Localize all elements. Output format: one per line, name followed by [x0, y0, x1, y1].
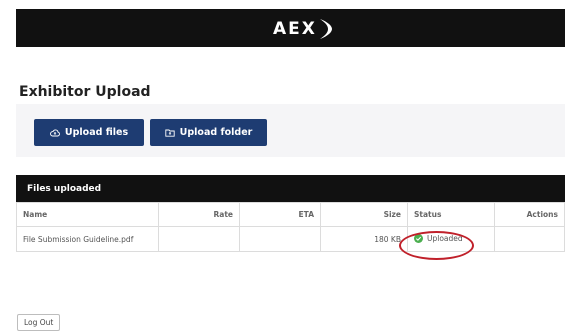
file-name-cell[interactable]: File Submission Guideline.pdf [16, 226, 159, 252]
folder-icon [165, 129, 175, 137]
column-header-actions: Actions [494, 202, 565, 227]
upload-files-label: Upload files [64, 127, 129, 138]
page-title: Exhibitor Upload [19, 84, 151, 100]
column-header-eta[interactable]: ETA [239, 202, 321, 227]
table-row: File Submission Guideline.pdf 180 KB Upl… [16, 226, 565, 252]
upload-folder-label: Upload folder [179, 127, 253, 138]
upload-files-button[interactable]: Upload files [34, 119, 144, 146]
column-header-rate[interactable]: Rate [158, 202, 240, 227]
top-header-bar: AEX [16, 9, 565, 47]
check-circle-icon [414, 233, 423, 243]
column-header-name[interactable]: Name [16, 202, 159, 227]
eta-cell [239, 226, 321, 252]
files-uploaded-header: Files uploaded [16, 175, 565, 202]
column-header-size[interactable]: Size [320, 202, 408, 227]
rate-cell [158, 226, 240, 252]
files-table: Name Rate ETA Size Status Actions File S… [16, 202, 565, 252]
logout-button[interactable]: Log Out [17, 314, 61, 331]
logo-swoosh-icon [318, 18, 334, 40]
status-badge: Uploaded [414, 233, 463, 243]
logo-text: AEX [273, 19, 317, 39]
actions-cell [494, 226, 565, 252]
upload-folder-button[interactable]: Upload folder [150, 119, 267, 146]
size-cell: 180 KB [320, 226, 408, 252]
cloud-upload-icon [49, 128, 60, 137]
aex-logo[interactable]: AEX [273, 18, 334, 40]
table-header-row: Name Rate ETA Size Status Actions [16, 202, 565, 227]
column-header-status[interactable]: Status [407, 202, 495, 227]
status-label: Uploaded [427, 233, 463, 243]
files-uploaded-title: Files uploaded [27, 183, 102, 194]
status-cell: Uploaded [407, 226, 495, 252]
